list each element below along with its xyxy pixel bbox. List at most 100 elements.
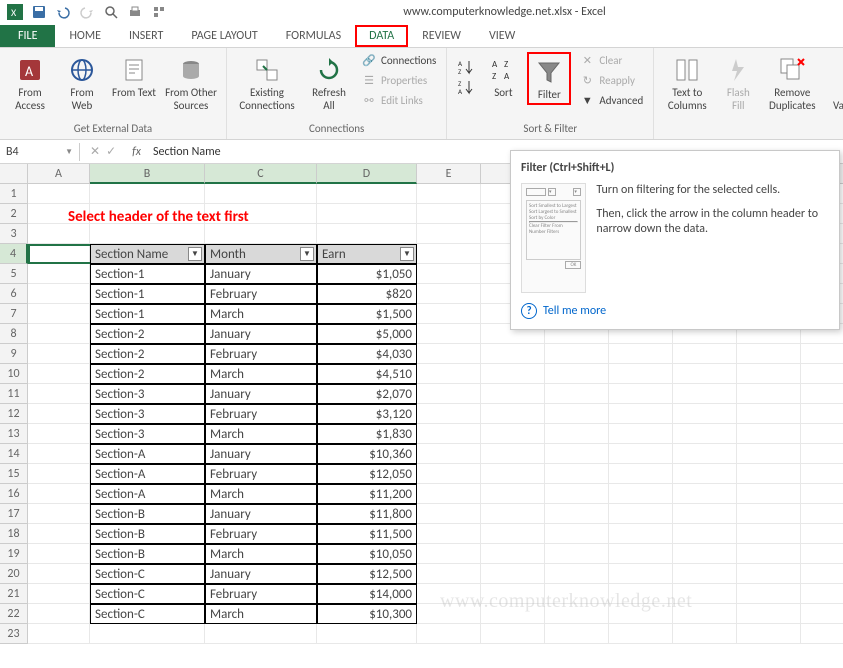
cell-C20[interactable]: January	[205, 564, 317, 584]
cell-B3[interactable]	[90, 224, 205, 244]
cell-G10[interactable]	[545, 364, 609, 384]
cell-D3[interactable]	[317, 224, 417, 244]
cell-G12[interactable]	[545, 404, 609, 424]
cell-D21[interactable]: $14,000	[317, 584, 417, 604]
cell-A17[interactable]	[28, 504, 90, 524]
cell-F12[interactable]	[481, 404, 545, 424]
row-header-3[interactable]: 3	[0, 224, 28, 244]
row-header-6[interactable]: 6	[0, 284, 28, 304]
row-header-20[interactable]: 20	[0, 564, 28, 584]
cell-D10[interactable]: $4,510	[317, 364, 417, 384]
cell-C6[interactable]: February	[205, 284, 317, 304]
properties-button[interactable]: ☰Properties	[357, 72, 440, 90]
cell-H12[interactable]	[609, 404, 673, 424]
cell-K22[interactable]	[801, 604, 843, 624]
cell-H23[interactable]	[609, 624, 673, 644]
cell-E18[interactable]	[417, 524, 481, 544]
row-header-16[interactable]: 16	[0, 484, 28, 504]
customize-qat-icon[interactable]	[148, 2, 170, 22]
cell-J11[interactable]	[737, 384, 801, 404]
cell-B9[interactable]: Section-2	[90, 344, 205, 364]
cell-D1[interactable]	[317, 184, 417, 204]
tab-view[interactable]: VIEW	[475, 25, 529, 47]
cell-B21[interactable]: Section-C	[90, 584, 205, 604]
cell-J12[interactable]	[737, 404, 801, 424]
cell-K19[interactable]	[801, 544, 843, 564]
cell-F13[interactable]	[481, 424, 545, 444]
cell-H16[interactable]	[609, 484, 673, 504]
cell-B18[interactable]: Section-B	[90, 524, 205, 544]
cell-A7[interactable]	[28, 304, 90, 324]
filter-dropdown-month[interactable]: ▼	[300, 247, 314, 261]
cell-H15[interactable]	[609, 464, 673, 484]
row-header-22[interactable]: 22	[0, 604, 28, 624]
row-header-1[interactable]: 1	[0, 184, 28, 204]
cell-F10[interactable]	[481, 364, 545, 384]
cell-F14[interactable]	[481, 444, 545, 464]
cell-I10[interactable]	[673, 364, 737, 384]
cell-G18[interactable]	[545, 524, 609, 544]
cell-G19[interactable]	[545, 544, 609, 564]
row-header-21[interactable]: 21	[0, 584, 28, 604]
refresh-all-button[interactable]: Refresh All	[305, 52, 353, 114]
cell-H11[interactable]	[609, 384, 673, 404]
cell-D17[interactable]: $11,800	[317, 504, 417, 524]
cell-J21[interactable]	[737, 584, 801, 604]
cell-E2[interactable]	[417, 204, 481, 224]
reapply-button[interactable]: ↻Reapply	[575, 72, 647, 90]
cell-D11[interactable]: $2,070	[317, 384, 417, 404]
cell-B19[interactable]: Section-B	[90, 544, 205, 564]
cell-B7[interactable]: Section-1	[90, 304, 205, 324]
cell-I15[interactable]	[673, 464, 737, 484]
cell-J15[interactable]	[737, 464, 801, 484]
row-header-7[interactable]: 7	[0, 304, 28, 324]
cell-I12[interactable]	[673, 404, 737, 424]
cell-E8[interactable]	[417, 324, 481, 344]
cell-C1[interactable]	[205, 184, 317, 204]
cell-K15[interactable]	[801, 464, 843, 484]
cell-I9[interactable]	[673, 344, 737, 364]
from-web-button[interactable]: From Web	[58, 52, 106, 114]
cell-B4[interactable]: Section Name▼	[90, 244, 205, 264]
cell-D4[interactable]: Earn▼	[317, 244, 417, 264]
select-all-corner[interactable]	[0, 164, 28, 184]
cell-G17[interactable]	[545, 504, 609, 524]
cell-B13[interactable]: Section-3	[90, 424, 205, 444]
cell-K14[interactable]	[801, 444, 843, 464]
cell-K21[interactable]	[801, 584, 843, 604]
filter-dropdown-earn[interactable]: ▼	[400, 247, 414, 261]
quick-print-icon[interactable]	[124, 2, 146, 22]
row-header-10[interactable]: 10	[0, 364, 28, 384]
cell-F16[interactable]	[481, 484, 545, 504]
cell-B8[interactable]: Section-2	[90, 324, 205, 344]
cell-F23[interactable]	[481, 624, 545, 644]
cell-J9[interactable]	[737, 344, 801, 364]
cell-C23[interactable]	[205, 624, 317, 644]
undo-icon[interactable]	[52, 2, 74, 22]
row-header-2[interactable]: 2	[0, 204, 28, 224]
cell-F9[interactable]	[481, 344, 545, 364]
cell-E7[interactable]	[417, 304, 481, 324]
cell-C19[interactable]: March	[205, 544, 317, 564]
cell-H10[interactable]	[609, 364, 673, 384]
cell-A15[interactable]	[28, 464, 90, 484]
cell-F15[interactable]	[481, 464, 545, 484]
row-header-9[interactable]: 9	[0, 344, 28, 364]
cell-B23[interactable]	[90, 624, 205, 644]
row-header-23[interactable]: 23	[0, 624, 28, 644]
save-icon[interactable]	[28, 2, 50, 22]
cell-A9[interactable]	[28, 344, 90, 364]
row-header-17[interactable]: 17	[0, 504, 28, 524]
cell-F18[interactable]	[481, 524, 545, 544]
cell-E4[interactable]	[417, 244, 481, 264]
cell-J10[interactable]	[737, 364, 801, 384]
cell-C16[interactable]: March	[205, 484, 317, 504]
cell-H19[interactable]	[609, 544, 673, 564]
cell-C10[interactable]: March	[205, 364, 317, 384]
tab-page-layout[interactable]: PAGE LAYOUT	[177, 25, 271, 47]
cell-C13[interactable]: March	[205, 424, 317, 444]
cell-K10[interactable]	[801, 364, 843, 384]
cell-D16[interactable]: $11,200	[317, 484, 417, 504]
row-header-13[interactable]: 13	[0, 424, 28, 444]
cell-B1[interactable]	[90, 184, 205, 204]
